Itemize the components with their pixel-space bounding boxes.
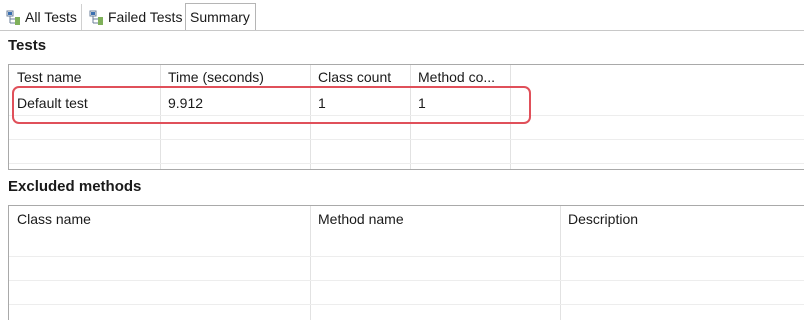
- tab-label: Summary: [190, 9, 250, 25]
- cell-method-count: 1: [418, 95, 426, 111]
- column-header-class-count[interactable]: Class count: [310, 65, 410, 89]
- row-divider: [9, 115, 804, 116]
- excluded-methods-table[interactable]: Class name Method name Description: [8, 205, 804, 320]
- tab-all-tests[interactable]: All Tests: [2, 4, 82, 30]
- column-header-time[interactable]: Time (seconds): [160, 65, 310, 89]
- cell-class-count: 1: [318, 95, 326, 111]
- row-divider: [9, 139, 804, 140]
- cell-time: 9.912: [168, 95, 204, 111]
- tests-table[interactable]: Test name Time (seconds) Class count Met…: [8, 64, 804, 170]
- column-header-description[interactable]: Description: [560, 207, 804, 231]
- row-divider: [9, 280, 804, 281]
- tab-failed-tests[interactable]: Failed Tests: [85, 4, 188, 30]
- tab-summary[interactable]: Summary: [185, 3, 256, 31]
- tab-strip: All Tests Failed Tests Summary: [0, 0, 804, 31]
- column-header-test-name[interactable]: Test name: [9, 65, 160, 89]
- column-header-class-name[interactable]: Class name: [9, 207, 310, 231]
- tests-table-header: Test name Time (seconds) Class count Met…: [9, 65, 804, 89]
- row-divider: [9, 256, 804, 257]
- column-header-method-count[interactable]: Method co...: [410, 65, 510, 89]
- row-divider: [9, 304, 804, 305]
- column-header-method-name[interactable]: Method name: [310, 207, 560, 231]
- tests-section-title: Tests: [8, 37, 47, 54]
- row-divider: [9, 163, 804, 164]
- cell-test-name: Default test: [17, 95, 88, 111]
- tab-divider: [0, 30, 804, 31]
- test-tree-icon: [89, 10, 103, 25]
- test-tree-icon: [6, 10, 20, 25]
- excluded-section-title: Excluded methods: [8, 178, 142, 195]
- tab-label: All Tests: [25, 9, 77, 25]
- tab-label: Failed Tests: [108, 9, 183, 25]
- excluded-table-header: Class name Method name Description: [9, 206, 804, 230]
